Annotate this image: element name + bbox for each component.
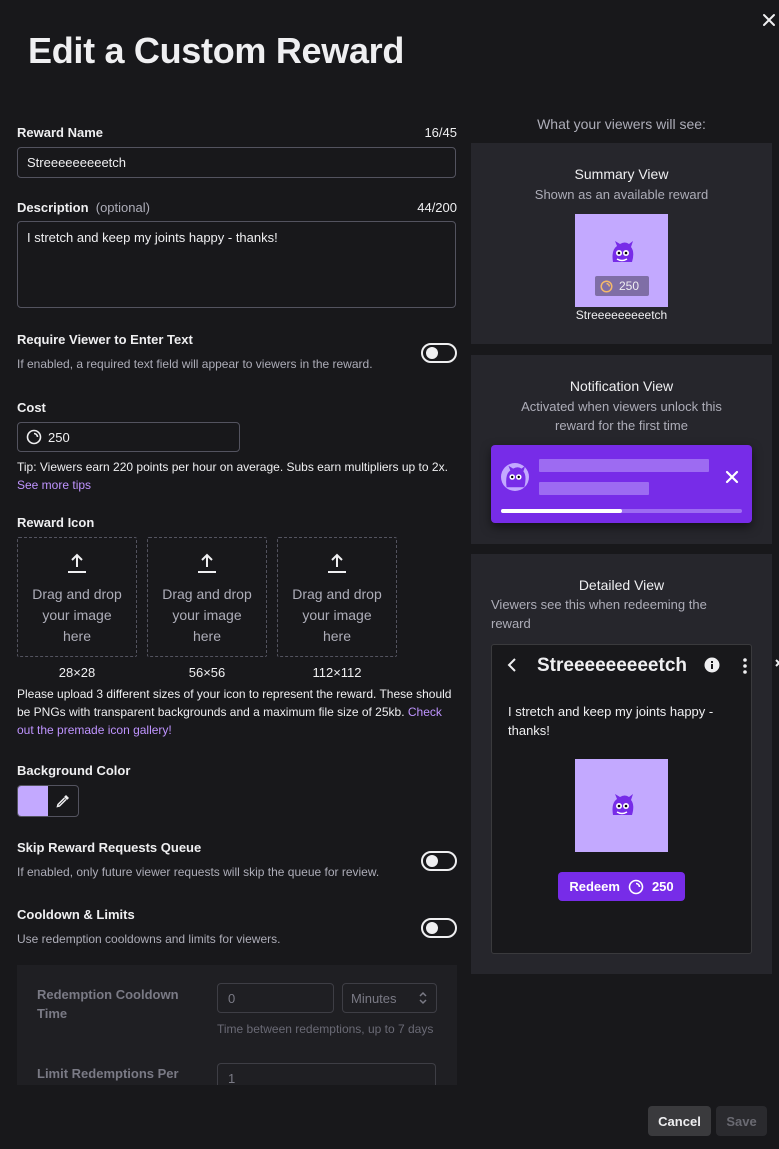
more-options-icon[interactable] <box>742 657 748 675</box>
description-label: Description (optional) <box>17 200 150 215</box>
cooldown-time-help: Time between redemptions, up to 7 days <box>217 1022 434 1036</box>
reward-icon-label: Reward Icon <box>17 515 95 530</box>
background-color-label: Background Color <box>17 763 131 778</box>
notification-view-panel: Notification View Activated when viewers… <box>471 355 772 544</box>
upload-icon <box>68 553 86 573</box>
summary-reward-name: Streeeeeeeeetch <box>575 308 668 322</box>
dropzone-text: Drag and drop your image here <box>292 586 382 644</box>
summary-view-subtitle: Shown as an available reward <box>534 187 709 202</box>
skip-queue-label: Skip Reward Requests Queue <box>17 840 202 855</box>
cooldown-unit-select[interactable]: Minutes <box>342 983 437 1013</box>
dialog-title: Edit a Custom Reward <box>28 30 405 71</box>
close-icon[interactable] <box>761 12 777 28</box>
icon-dropzone-28[interactable]: Drag and drop your image here <box>17 537 137 657</box>
require-text-section: Require Viewer to Enter Text If enabled,… <box>17 332 457 373</box>
reward-icon-section: Reward Icon Drag and drop your image her… <box>17 515 457 737</box>
summary-view-panel: Summary View Shown as an available rewar… <box>471 143 772 344</box>
channel-points-icon <box>600 279 613 293</box>
info-icon[interactable] <box>704 657 720 673</box>
reward-name-value: Streeeeeeeeetch <box>27 155 127 170</box>
see-more-tips-link[interactable]: See more tips <box>17 478 91 492</box>
notification-avatar <box>501 463 529 491</box>
limit-redemptions-label: Limit Redemptions Per <box>37 1066 179 1081</box>
reward-mascot-icon <box>612 794 634 815</box>
size-label-56: 56×56 <box>188 665 226 680</box>
skip-queue-help: If enabled, only future viewer requests … <box>17 865 380 879</box>
preview-heading: What your viewers will see: <box>537 116 706 132</box>
detailed-view-title: Detailed View <box>578 577 665 593</box>
upload-icon <box>328 553 346 573</box>
dropzone-text: Drag and drop your image here <box>162 586 252 644</box>
detailed-view-subtitle: Viewers see this when redeeming the rewa… <box>491 597 707 631</box>
summary-cost-pill: 250 <box>595 276 649 296</box>
icon-dropzone-56[interactable]: Drag and drop your image here <box>147 537 267 657</box>
cooldown-help: Use redemption cooldowns and limits for … <box>17 932 281 946</box>
skip-queue-toggle[interactable] <box>421 851 457 871</box>
optional-tag: (optional) <box>95 200 150 215</box>
reward-mascot-icon <box>612 241 634 262</box>
eyedropper-icon[interactable] <box>48 786 78 816</box>
redemption-cooldown-label: Redemption Cooldown Time <box>37 987 179 1021</box>
cost-section: Cost 250 Tip: Viewers earn 220 points pe… <box>17 400 457 494</box>
cooldown-toggle[interactable] <box>421 918 457 938</box>
notification-progress-track <box>501 509 742 513</box>
dropzone-text: Drag and drop your image here <box>32 586 122 644</box>
background-color-picker[interactable] <box>17 785 79 817</box>
cost-value: 250 <box>48 429 70 445</box>
detailed-reward-title: Streeeeeeeeetch <box>537 655 687 676</box>
detailed-reward-description: I stretch and keep my joints happy - tha… <box>508 704 714 738</box>
detailed-preview-card: Streeeeeeeeetch I stretch and keep my jo… <box>491 644 779 954</box>
reward-icon-help: Please upload 3 different sizes of your … <box>17 687 452 737</box>
cost-input[interactable]: 250 <box>17 422 240 452</box>
reward-name-section: Reward Name 16/45 Streeeeeeeeetch <box>17 125 457 178</box>
require-text-label: Require Viewer to Enter Text <box>17 332 193 347</box>
cooldown-label: Cooldown & Limits <box>17 907 135 922</box>
icon-dropzone-112[interactable]: Drag and drop your image here <box>277 537 397 657</box>
cancel-button[interactable]: Cancel <box>648 1106 711 1136</box>
description-section: Description (optional) 44/200 I stretch … <box>17 200 457 308</box>
close-icon[interactable] <box>775 659 779 671</box>
notification-view-subtitle: Activated when viewers unlock this rewar… <box>521 399 722 433</box>
summary-view-title: Summary View <box>574 166 669 182</box>
cost-label: Cost <box>17 400 46 415</box>
size-label-28: 28×28 <box>58 665 96 680</box>
skip-queue-section: Skip Reward Requests Queue If enabled, o… <box>17 840 457 881</box>
description-textarea[interactable]: I stretch and keep my joints happy - tha… <box>17 221 456 308</box>
skeleton-line <box>539 459 709 472</box>
select-arrows-icon <box>419 991 427 1005</box>
summary-reward-tile: 250 <box>575 214 668 307</box>
save-button[interactable]: Save <box>716 1106 767 1136</box>
reward-name-input[interactable]: Streeeeeeeeetch <box>17 147 456 178</box>
close-icon[interactable] <box>725 470 739 484</box>
require-text-help: If enabled, a required text field will a… <box>17 357 373 371</box>
reward-name-label: Reward Name <box>17 125 103 140</box>
redemption-cooldown-input[interactable]: 0 <box>217 983 334 1013</box>
reward-name-counter: 16/45 <box>424 125 457 140</box>
background-color-section: Background Color <box>17 763 457 817</box>
cooldown-settings-panel: Redemption Cooldown Time 0 Minutes Time … <box>17 965 457 1095</box>
cooldown-section: Cooldown & Limits Use redemption cooldow… <box>17 907 457 948</box>
require-text-toggle[interactable] <box>421 343 457 363</box>
back-arrow-icon[interactable] <box>506 658 518 672</box>
channel-points-icon <box>628 879 644 894</box>
detailed-reward-tile <box>575 759 668 852</box>
cost-tip: Tip: Viewers earn 220 points per hour on… <box>17 460 448 492</box>
color-swatch[interactable] <box>18 786 48 816</box>
notification-preview-card <box>491 445 752 523</box>
size-label-112: 112×112 <box>312 665 362 680</box>
notification-view-title: Notification View <box>569 378 674 394</box>
redeem-button[interactable]: Redeem 250 <box>558 872 685 901</box>
skeleton-line <box>539 482 649 495</box>
detailed-view-panel: Detailed View Viewers see this when rede… <box>471 554 779 974</box>
dialog-footer: Cancel Save <box>0 1085 779 1149</box>
description-value: I stretch and keep my joints happy - tha… <box>27 230 278 245</box>
upload-icon <box>198 553 216 573</box>
channel-points-icon <box>26 429 42 445</box>
description-counter: 44/200 <box>417 200 457 215</box>
notification-progress-fill <box>501 509 622 513</box>
